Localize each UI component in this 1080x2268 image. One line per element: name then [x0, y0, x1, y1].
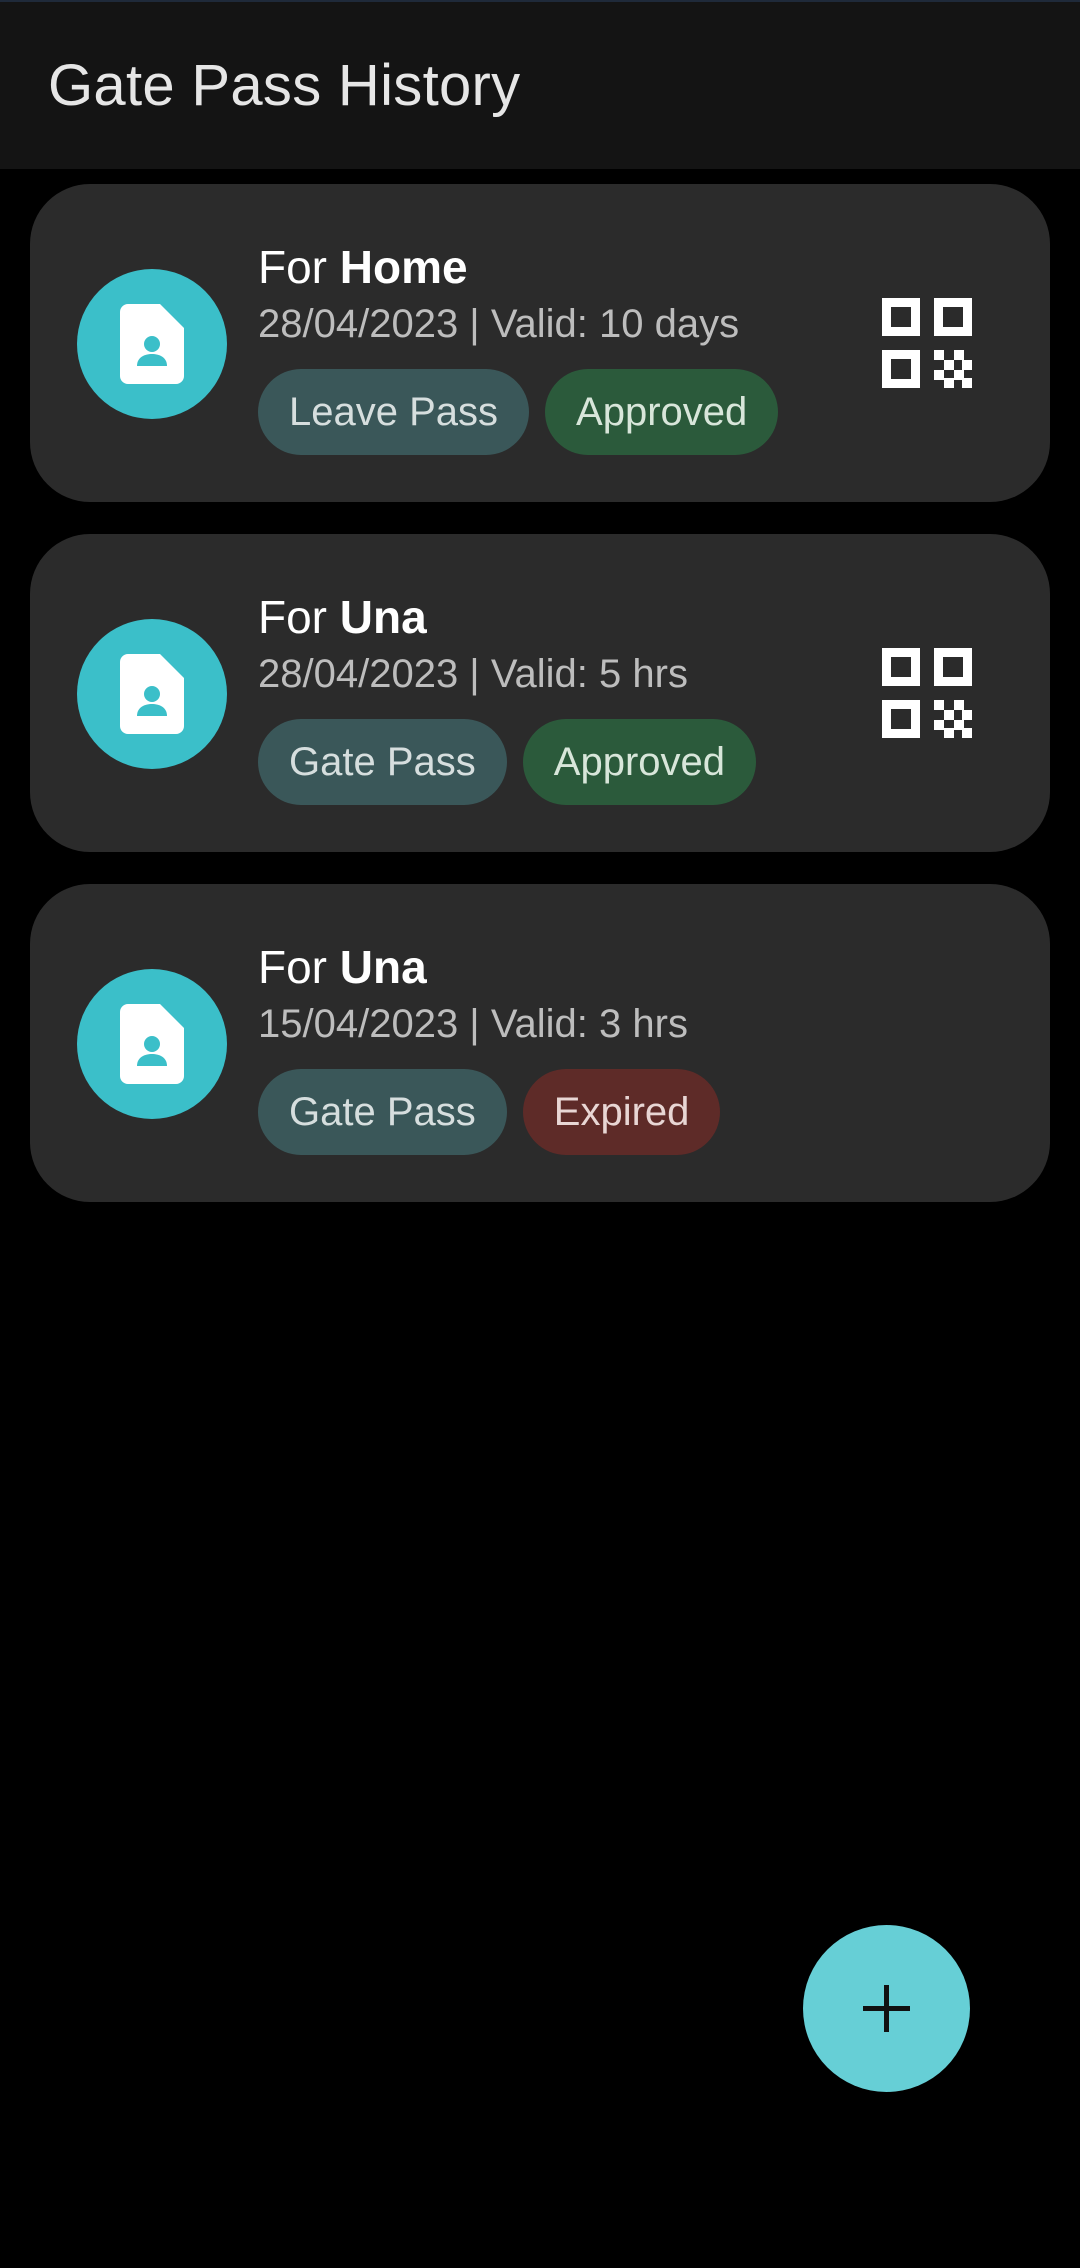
pass-chips: Leave Pass Approved — [258, 369, 779, 455]
app-bar: Gate Pass History — [0, 2, 1080, 169]
pass-type-chip: Leave Pass — [258, 369, 530, 455]
pass-date-validity: 28/04/2023 | Valid: 10 days — [258, 302, 740, 346]
pass-destination: Una — [339, 591, 427, 643]
pass-type-chip: Gate Pass — [258, 719, 507, 805]
pass-date-validity: 15/04/2023 | Valid: 3 hrs — [258, 1002, 688, 1046]
pass-title-prefix: For — [258, 591, 327, 643]
contact-document-icon — [77, 969, 227, 1119]
pass-card-una-2[interactable]: For Una 15/04/2023 | Valid: 3 hrs Gate P… — [30, 884, 1050, 1202]
status-badge: Approved — [522, 719, 756, 805]
pass-title-prefix: For — [258, 941, 327, 993]
plus-icon — [863, 1985, 910, 2032]
pass-type-chip: Gate Pass — [258, 1069, 507, 1155]
page-title: Gate Pass History — [48, 53, 521, 118]
contact-document-icon — [77, 269, 227, 419]
qr-code-icon[interactable] — [882, 648, 972, 738]
pass-title-prefix: For — [258, 241, 327, 293]
pass-chips: Gate Pass Expired — [258, 1069, 721, 1155]
qr-code-icon[interactable] — [882, 298, 972, 388]
pass-title: For Una — [258, 590, 427, 644]
pass-card-una-1[interactable]: For Una 28/04/2023 | Valid: 5 hrs Gate P… — [30, 534, 1050, 852]
status-badge: Approved — [545, 369, 779, 455]
pass-destination: Una — [339, 941, 427, 993]
pass-chips: Gate Pass Approved — [258, 719, 756, 805]
gate-pass-history-screen: Gate Pass History For Home 28/04/2023 | … — [0, 0, 1080, 2268]
contact-document-icon — [77, 619, 227, 769]
pass-date-validity: 28/04/2023 | Valid: 5 hrs — [258, 652, 688, 696]
pass-card-home[interactable]: For Home 28/04/2023 | Valid: 10 days Lea… — [30, 184, 1050, 502]
status-badge: Expired — [522, 1069, 721, 1155]
add-pass-button[interactable] — [803, 1925, 970, 2092]
pass-title: For Una — [258, 940, 427, 994]
pass-destination: Home — [339, 241, 468, 293]
pass-title: For Home — [258, 240, 468, 294]
